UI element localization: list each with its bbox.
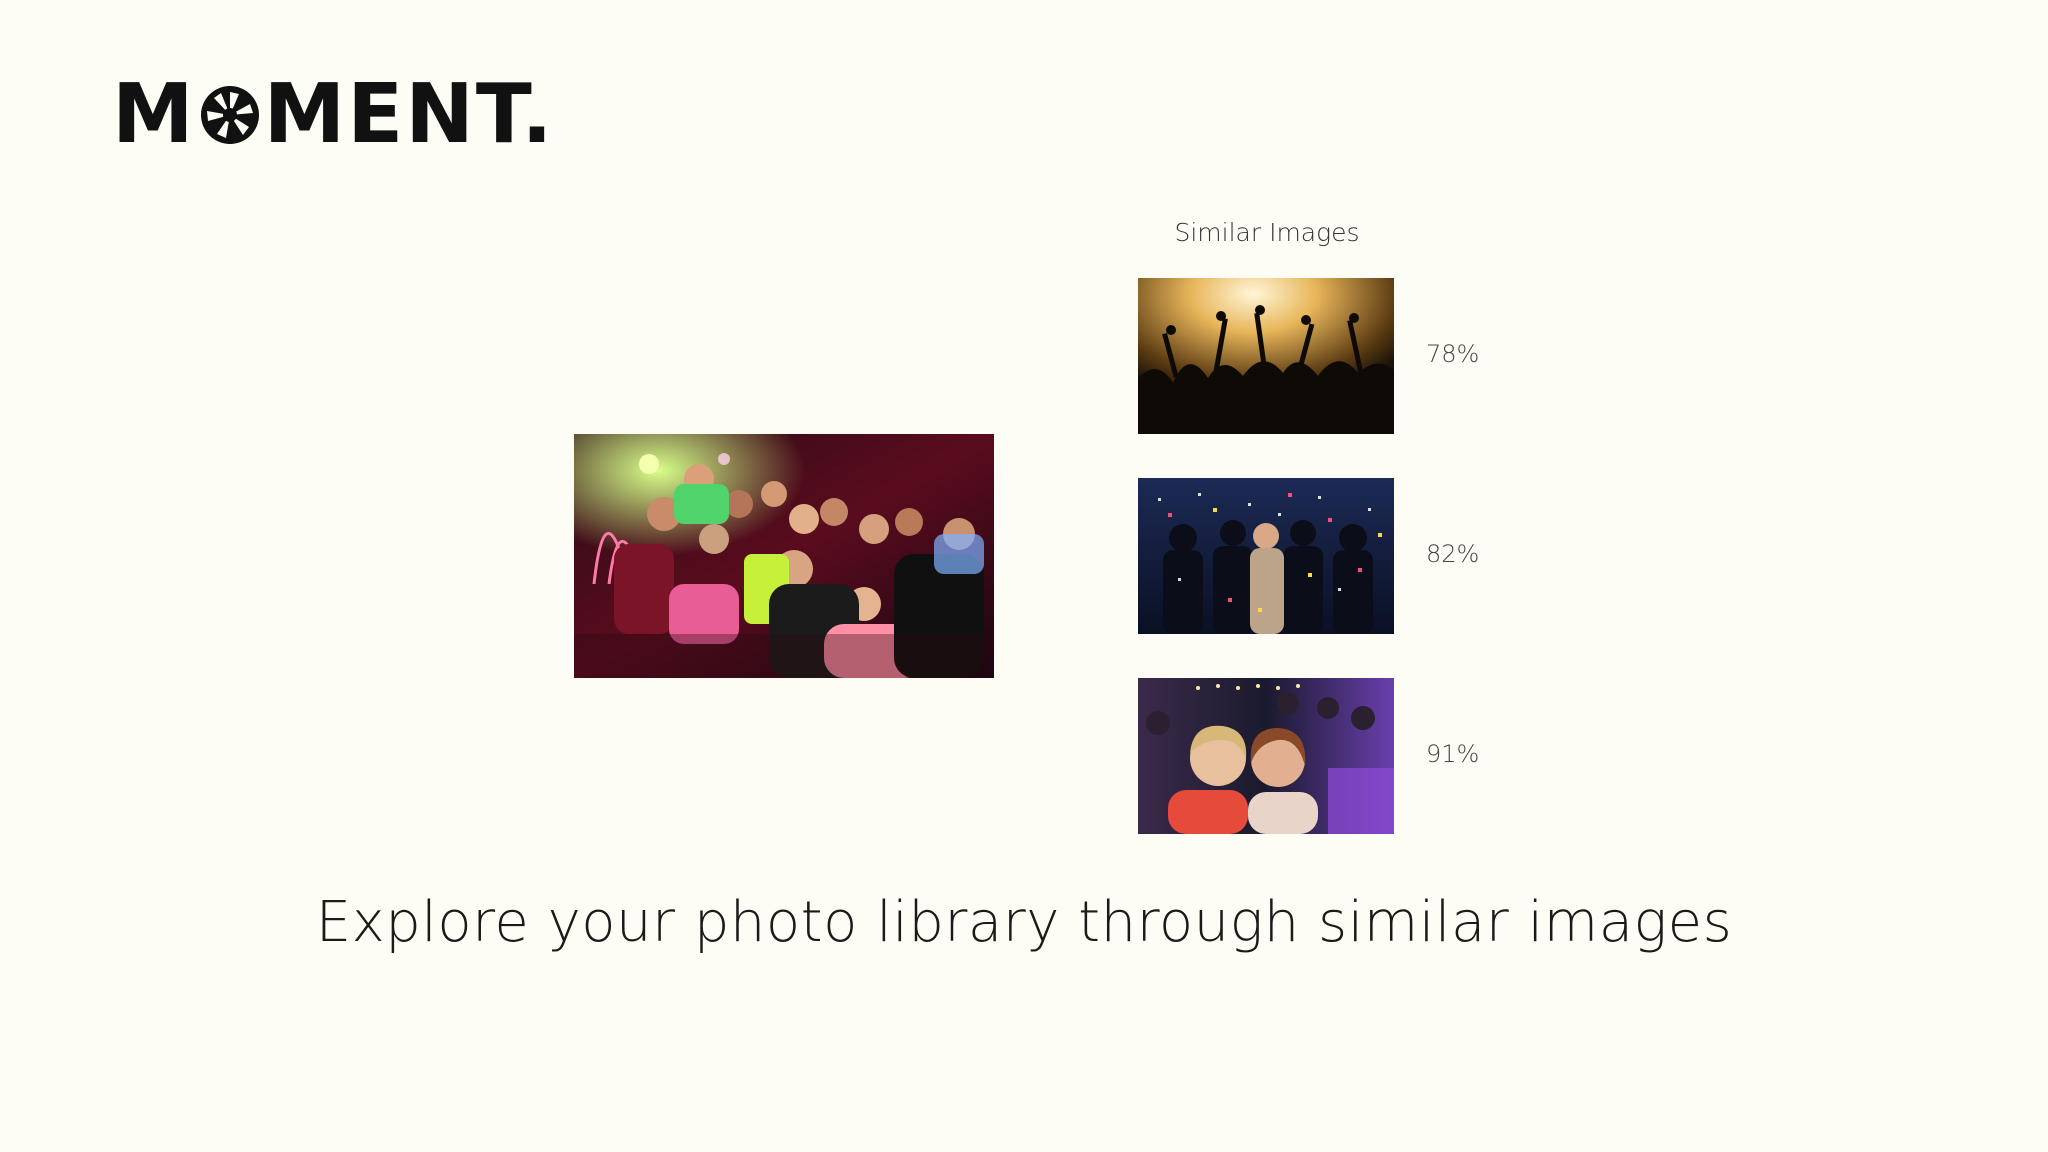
camera-aperture-icon <box>199 84 261 146</box>
similar-images-heading: Similar Images <box>1174 218 1360 247</box>
similar-image-3[interactable] <box>1138 678 1394 834</box>
similarity-score-2: 82% <box>1426 540 1480 568</box>
logo-text-m: M <box>112 67 196 162</box>
similar-image-2[interactable] <box>1138 478 1394 634</box>
logo-text-ment: MENT. <box>263 67 555 162</box>
moment-logo: M MENT. <box>112 74 554 156</box>
tagline: Explore your photo library through simil… <box>315 890 1733 955</box>
similar-image-1[interactable] <box>1138 278 1394 434</box>
similarity-score-3: 91% <box>1426 740 1480 768</box>
main-party-photo[interactable] <box>574 434 994 678</box>
similarity-score-1: 78% <box>1426 340 1480 368</box>
